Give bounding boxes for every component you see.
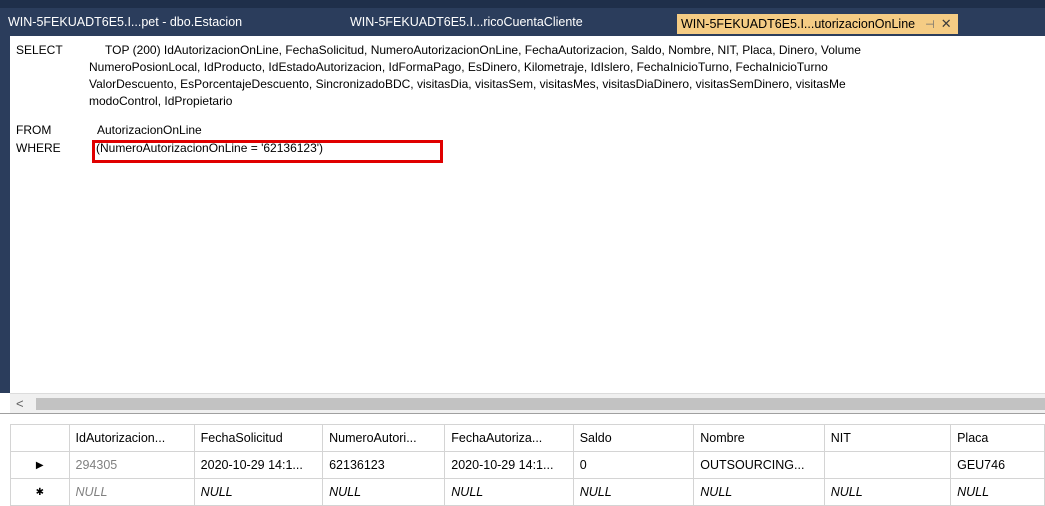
new-row-icon[interactable]: ✱ [10,478,70,506]
corner-cell[interactable] [10,424,70,452]
column-header[interactable]: NIT [823,424,952,452]
sql-select-line-3: ValorDescuento, EsPorcentajeDescuento, S… [89,77,846,91]
sql-select-line-2: NumeroPosionLocal, IdProducto, IdEstadoA… [89,60,828,74]
sql-keyword-from: FROM [16,123,52,137]
tab-estacion[interactable]: WIN-5FEKUADT6E5.I...pet - dbo.Estacion [8,13,242,32]
sql-pane[interactable]: SELECT TOP (200) IdAutorizacionOnLine, F… [10,36,1045,393]
table-cell[interactable]: OUTSOURCING... [693,451,825,479]
table-cell[interactable]: NULL [68,478,195,506]
table-cell[interactable]: 2020-10-29 14:1... [193,451,324,479]
pin-icon[interactable]: ⊣ [925,19,935,31]
table-cell[interactable]: 2020-10-29 14:1... [444,451,574,479]
tab-bar-strip [0,0,1045,8]
column-header[interactable]: FechaAutoriza... [444,424,574,452]
column-header[interactable]: IdAutorizacion... [68,424,195,452]
table-cell[interactable]: 62136123 [322,451,446,479]
current-row-indicator-icon[interactable]: ▶ [10,451,70,479]
tab-label: WIN-5FEKUADT6E5.I...utorizacionOnLine [681,17,916,31]
results-table: IdAutorizacion... FechaSolicitud NumeroA… [10,424,1045,506]
table-cell[interactable]: NULL [823,478,952,506]
column-header[interactable]: Placa [950,424,1045,452]
scrollbar-thumb[interactable] [36,398,1045,410]
tab-historico-cuenta-cliente[interactable]: WIN-5FEKUADT6E5.I...ricoCuentaCliente [350,13,583,32]
column-header[interactable]: NumeroAutori... [322,424,446,452]
scroll-left-icon[interactable]: < [16,396,24,411]
table-cell[interactable]: NULL [193,478,324,506]
table-cell[interactable]: GEU746 [950,451,1045,479]
column-header[interactable]: Nombre [693,424,825,452]
sql-select-line-1: TOP (200) IdAutorizacionOnLine, FechaSol… [105,43,861,57]
table-cell[interactable]: NULL [444,478,574,506]
table-row[interactable]: ▶ 294305 2020-10-29 14:1... 62136123 202… [10,451,1045,479]
editor-left-margin [0,36,10,393]
highlight-box [92,140,443,163]
table-cell[interactable]: NULL [572,478,695,506]
results-grid: IdAutorizacion... FechaSolicitud NumeroA… [0,413,1045,506]
tab-autorizacion-online[interactable]: WIN-5FEKUADT6E5.I...utorizacionOnLine ⊣ ✕ [677,14,958,34]
table-cell[interactable]: NULL [322,478,446,506]
column-header[interactable]: Saldo [572,424,695,452]
column-header[interactable]: FechaSolicitud [193,424,324,452]
table-cell[interactable]: NULL [950,478,1045,506]
table-cell[interactable]: 294305 [68,451,195,479]
sql-keyword-select: SELECT [16,43,63,57]
close-icon[interactable]: ✕ [941,16,952,31]
document-tab-bar: WIN-5FEKUADT6E5.I...pet - dbo.Estacion W… [0,0,1045,36]
sql-from-table: AutorizacionOnLine [97,123,202,137]
horizontal-scrollbar[interactable]: < [10,393,1045,414]
sql-keyword-where: WHERE [16,141,61,155]
header-row: IdAutorizacion... FechaSolicitud NumeroA… [10,424,1045,452]
table-row[interactable]: ✱ NULL NULL NULL NULL NULL NULL NULL NUL… [10,478,1045,506]
sql-select-line-4: modoControl, IdPropietario [89,94,233,108]
table-cell[interactable]: 0 [572,451,695,479]
table-cell[interactable] [823,451,952,479]
table-cell[interactable]: NULL [693,478,825,506]
